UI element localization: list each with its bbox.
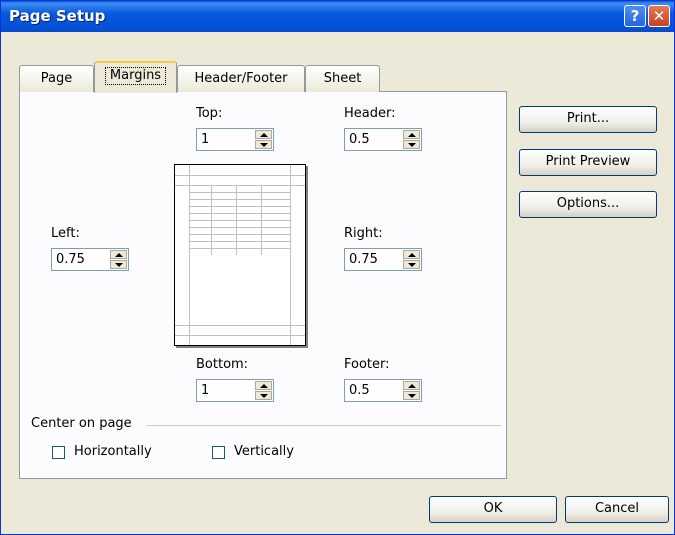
spin-up-icon[interactable] bbox=[255, 381, 272, 390]
page-setup-dialog: Page Setup ? ✕ Page Margins Header/Foote… bbox=[0, 0, 675, 535]
header-margin-spinner[interactable]: 0.5 bbox=[344, 128, 422, 151]
spin-down-icon[interactable] bbox=[110, 260, 127, 269]
close-icon: ✕ bbox=[652, 7, 666, 25]
top-label: Top: bbox=[196, 106, 223, 121]
vertically-label[interactable]: Vertically bbox=[234, 444, 294, 459]
spin-up-icon[interactable] bbox=[255, 130, 272, 139]
options-button[interactable]: Options... bbox=[519, 191, 657, 218]
question-mark-icon: ? bbox=[630, 7, 640, 25]
footer-spin-arrows[interactable] bbox=[403, 381, 420, 400]
spin-down-icon[interactable] bbox=[255, 391, 272, 400]
left-margin-value[interactable]: 0.75 bbox=[56, 252, 85, 267]
help-button[interactable]: ? bbox=[624, 5, 646, 27]
tab-page-label: Page bbox=[40, 71, 73, 86]
tab-margins[interactable]: Margins bbox=[94, 61, 177, 93]
tab-page[interactable]: Page bbox=[19, 65, 94, 92]
header-label: Header: bbox=[344, 106, 396, 121]
footer-margin-spinner[interactable]: 0.5 bbox=[344, 379, 422, 402]
spin-down-icon[interactable] bbox=[403, 391, 420, 400]
center-on-page-label: Center on page bbox=[31, 416, 132, 431]
spin-down-icon[interactable] bbox=[255, 140, 272, 149]
group-divider bbox=[146, 425, 501, 426]
spin-up-icon[interactable] bbox=[403, 250, 420, 259]
top-margin-spinner[interactable]: 1 bbox=[196, 128, 274, 151]
bottom-label: Bottom: bbox=[196, 357, 249, 372]
bottom-margin-value[interactable]: 1 bbox=[201, 383, 209, 398]
horizontally-label[interactable]: Horizontally bbox=[74, 444, 152, 459]
close-button[interactable]: ✕ bbox=[648, 5, 670, 27]
page-preview bbox=[174, 164, 306, 346]
vertically-checkbox[interactable] bbox=[212, 446, 225, 459]
right-margin-spinner[interactable]: 0.75 bbox=[344, 248, 422, 271]
right-margin-value[interactable]: 0.75 bbox=[349, 252, 378, 267]
top-margin-value[interactable]: 1 bbox=[201, 132, 209, 147]
print-button[interactable]: Print... bbox=[519, 106, 657, 133]
tab-margins-label: Margins bbox=[104, 67, 167, 85]
tab-sheet-label: Sheet bbox=[323, 71, 362, 86]
preview-table-grid bbox=[190, 186, 290, 255]
right-spin-arrows[interactable] bbox=[403, 250, 420, 269]
left-label: Left: bbox=[51, 226, 80, 241]
spin-up-icon[interactable] bbox=[403, 381, 420, 390]
ok-button[interactable]: OK bbox=[429, 496, 557, 523]
tab-header-footer[interactable]: Header/Footer bbox=[177, 65, 305, 92]
horizontally-checkbox[interactable] bbox=[52, 446, 65, 459]
window-title: Page Setup bbox=[9, 7, 106, 25]
header-margin-value[interactable]: 0.5 bbox=[349, 132, 370, 147]
header-spin-arrows[interactable] bbox=[403, 130, 420, 149]
top-spin-arrows[interactable] bbox=[255, 130, 272, 149]
left-margin-spinner[interactable]: 0.75 bbox=[51, 248, 129, 271]
cancel-button[interactable]: Cancel bbox=[565, 496, 669, 523]
title-bar[interactable]: Page Setup ? ✕ bbox=[1, 1, 674, 32]
bottom-spin-arrows[interactable] bbox=[255, 381, 272, 400]
left-spin-arrows[interactable] bbox=[110, 250, 127, 269]
tab-sheet[interactable]: Sheet bbox=[305, 65, 380, 92]
right-label: Right: bbox=[344, 226, 383, 241]
spin-down-icon[interactable] bbox=[403, 140, 420, 149]
spin-up-icon[interactable] bbox=[403, 130, 420, 139]
footer-label: Footer: bbox=[344, 357, 390, 372]
footer-margin-value[interactable]: 0.5 bbox=[349, 383, 370, 398]
bottom-margin-spinner[interactable]: 1 bbox=[196, 379, 274, 402]
print-preview-button[interactable]: Print Preview bbox=[519, 149, 657, 176]
tab-header-footer-label: Header/Footer bbox=[194, 71, 288, 86]
spin-down-icon[interactable] bbox=[403, 260, 420, 269]
spin-up-icon[interactable] bbox=[110, 250, 127, 259]
